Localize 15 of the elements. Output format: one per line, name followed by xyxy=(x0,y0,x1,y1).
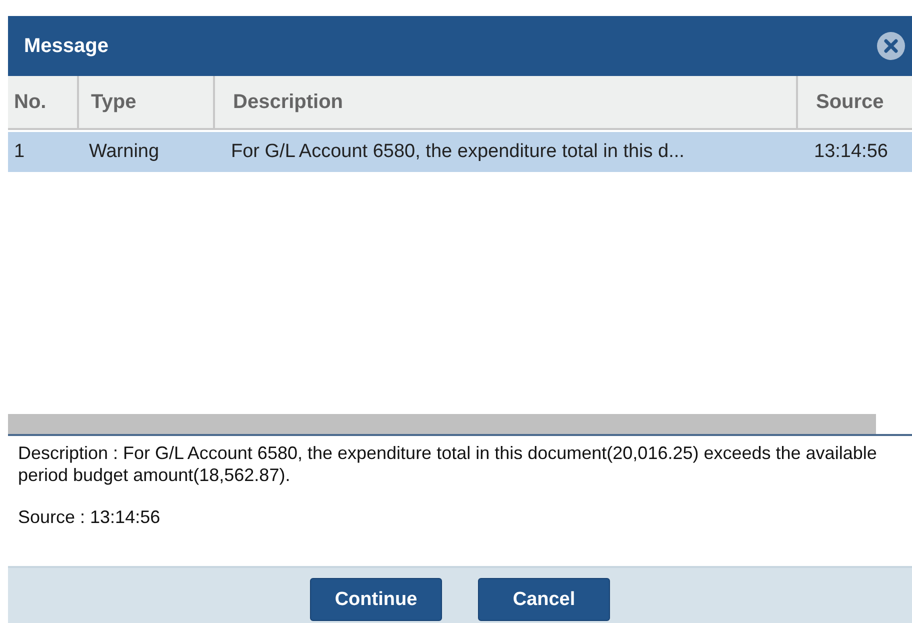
table-cell: Warning xyxy=(77,132,213,172)
column-header[interactable]: No. xyxy=(8,76,77,130)
cancel-button[interactable]: Cancel xyxy=(478,578,610,621)
scrollbar[interactable] xyxy=(8,414,876,434)
column-header[interactable]: Type xyxy=(77,76,213,130)
column-header[interactable]: Description xyxy=(213,76,796,130)
table-cell: 1 xyxy=(8,132,77,172)
table-cell: For G/L Account 6580, the expenditure total in this d... xyxy=(213,132,796,172)
detail-text: Description : For G/L Account 6580, the expenditure total in this document(20,016.25) exceeds the available period budget amount(18,562.87). xyxy=(18,442,878,486)
close-icon[interactable] xyxy=(876,31,906,61)
column-header[interactable]: Source xyxy=(796,76,912,130)
detail-text: Source : 13:14:56 xyxy=(18,506,162,528)
continue-button[interactable]: Continue xyxy=(310,578,442,621)
window-title: Message xyxy=(24,34,108,58)
table-cell: 13:14:56 xyxy=(796,132,912,172)
